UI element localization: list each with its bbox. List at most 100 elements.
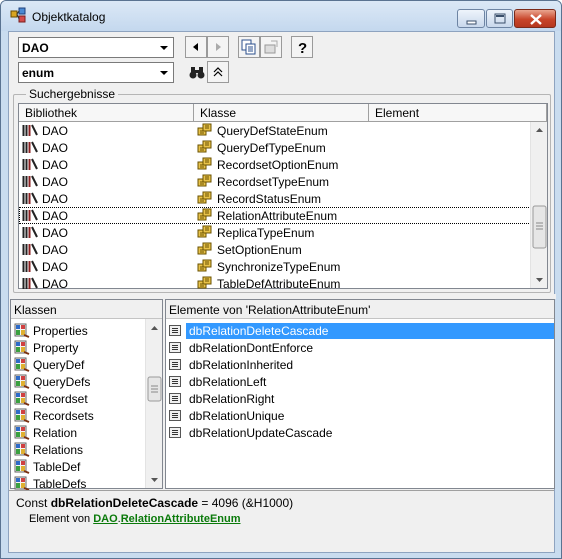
result-class: SetOptionEnum [217,243,302,257]
copy-button[interactable] [238,36,260,58]
result-class: QueryDefStateEnum [217,124,328,138]
class-item-label: Recordset [33,392,88,406]
member-item[interactable]: dbRelationLeft [166,373,554,390]
result-library: DAO [42,209,69,223]
member-item[interactable]: dbRelationUpdateCascade [166,424,554,441]
library-icon [22,260,38,276]
view-definition-button[interactable] [260,36,282,58]
enum-icon [197,123,213,140]
library-combo-value: DAO [22,41,49,55]
class-item[interactable]: QueryDef [11,356,144,373]
enum-icon [197,259,213,276]
column-header-element[interactable]: Element [369,104,547,122]
member-item-label: dbRelationUnique [189,409,285,423]
classes-pane[interactable]: Klassen Properties Property QueryDef QueryD… [10,299,163,491]
view-definition-icon [264,40,278,54]
back-icon [193,43,198,51]
constant-icon [169,410,181,424]
member-item[interactable]: dbRelationInherited [166,356,554,373]
result-library: DAO [42,175,69,189]
results-scrollbar[interactable] [530,122,547,288]
library-icon [22,141,38,157]
collapse-icon [213,67,223,77]
member-item[interactable]: dbRelationRight [166,390,554,407]
library-icon [22,209,38,225]
copy-icon [241,39,256,55]
classes-scrollbar[interactable] [145,319,162,488]
result-class: RecordsetTypeEnum [217,175,330,189]
member-item[interactable]: dbRelationUnique [166,407,554,424]
member-item[interactable]: dbRelationDeleteCascade [166,322,554,339]
class-item[interactable]: Recordset [11,390,144,407]
details-member-of: Element von DAO.RelationAttributeEnum [29,513,241,525]
result-library: DAO [42,277,69,291]
window-title: Objektkatalog [32,10,106,24]
details-signature: Const dbRelationDeleteCascade = 4096 (&H… [16,496,294,510]
class-item[interactable]: Property [11,339,144,356]
member-item[interactable]: dbRelationDontEnforce [166,339,554,356]
class-item-label: Property [33,341,79,355]
result-row[interactable]: DAO TableDefAttributeEnum [19,275,531,292]
result-library: DAO [42,141,69,155]
dropdown-arrow-icon[interactable] [156,64,172,81]
constant-icon [169,342,181,356]
class-link[interactable]: RelationAttributeEnum [121,513,241,525]
maximize-button[interactable] [486,9,513,28]
result-row[interactable]: DAO RecordStatusEnum [19,190,531,207]
forward-button[interactable] [207,36,229,58]
result-row[interactable]: DAO SetOptionEnum [19,241,531,258]
classes-header: Klassen [11,300,162,319]
class-item[interactable]: QueryDefs [11,373,144,390]
result-class: ReplicaTypeEnum [217,226,315,240]
enum-icon [197,276,213,293]
class-item[interactable]: TableDef [11,458,144,475]
result-row[interactable]: DAO RecordsetOptionEnum [19,156,531,173]
members-header: Elemente von 'RelationAttributeEnum' [166,300,554,319]
search-button[interactable] [185,61,207,83]
details-pane: Const dbRelationDeleteCascade = 4096 (&H… [9,490,554,552]
result-row[interactable]: DAO ReplicaTypeEnum [19,224,531,241]
class-item[interactable]: Properties [11,322,144,339]
constant-icon [169,359,181,373]
class-item[interactable]: Relations [11,441,144,458]
result-library: DAO [42,158,69,172]
class-item[interactable]: Recordsets [11,407,144,424]
minimize-icon [466,20,477,25]
class-item-label: Relations [33,443,84,457]
column-header-class[interactable]: Klasse [194,104,369,122]
help-button[interactable]: ? [291,36,313,58]
class-item-label: QueryDefs [33,375,91,389]
library-icon [22,158,38,174]
library-icon [22,175,38,191]
result-row[interactable]: DAO QueryDefStateEnum [19,122,531,139]
result-row[interactable]: DAO SynchronizeTypeEnum [19,258,531,275]
result-row[interactable]: DAO RecordsetTypeEnum [19,173,531,190]
library-icon [22,226,38,242]
object-catalog-window: Objektkatalog DAO ? enum Suchergebnisse … [0,0,562,559]
search-combo[interactable]: enum [18,62,174,83]
dropdown-arrow-icon[interactable] [156,39,172,56]
back-button[interactable] [185,36,207,58]
maximize-icon [494,13,506,24]
library-icon [22,192,38,208]
binoculars-icon [189,67,205,79]
result-row[interactable]: DAO RelationAttributeEnum [19,207,531,224]
library-combo[interactable]: DAO [18,37,174,58]
forward-icon [216,43,221,51]
help-icon: ? [298,40,307,55]
results-list[interactable]: Bibliothek Klasse Element DAO QueryDefSta… [18,103,548,292]
class-item-label: TableDefs [33,477,87,491]
member-item-label: dbRelationLeft [189,375,267,389]
close-button[interactable] [514,9,556,28]
minimize-button[interactable] [457,9,485,28]
results-legend: Suchergebnisse [26,87,119,101]
details-member-name: dbRelationDeleteCascade [50,496,199,510]
result-row[interactable]: DAO QueryDefTypeEnum [19,139,531,156]
member-item-label: dbRelationDontEnforce [189,341,314,355]
column-header-library[interactable]: Bibliothek [19,104,194,122]
library-link[interactable]: DAO [93,513,117,525]
members-pane[interactable]: Elemente von 'RelationAttributeEnum' dbR… [165,299,555,489]
collapse-results-button[interactable] [207,61,229,83]
constant-icon [169,325,181,339]
class-item[interactable]: Relation [11,424,144,441]
